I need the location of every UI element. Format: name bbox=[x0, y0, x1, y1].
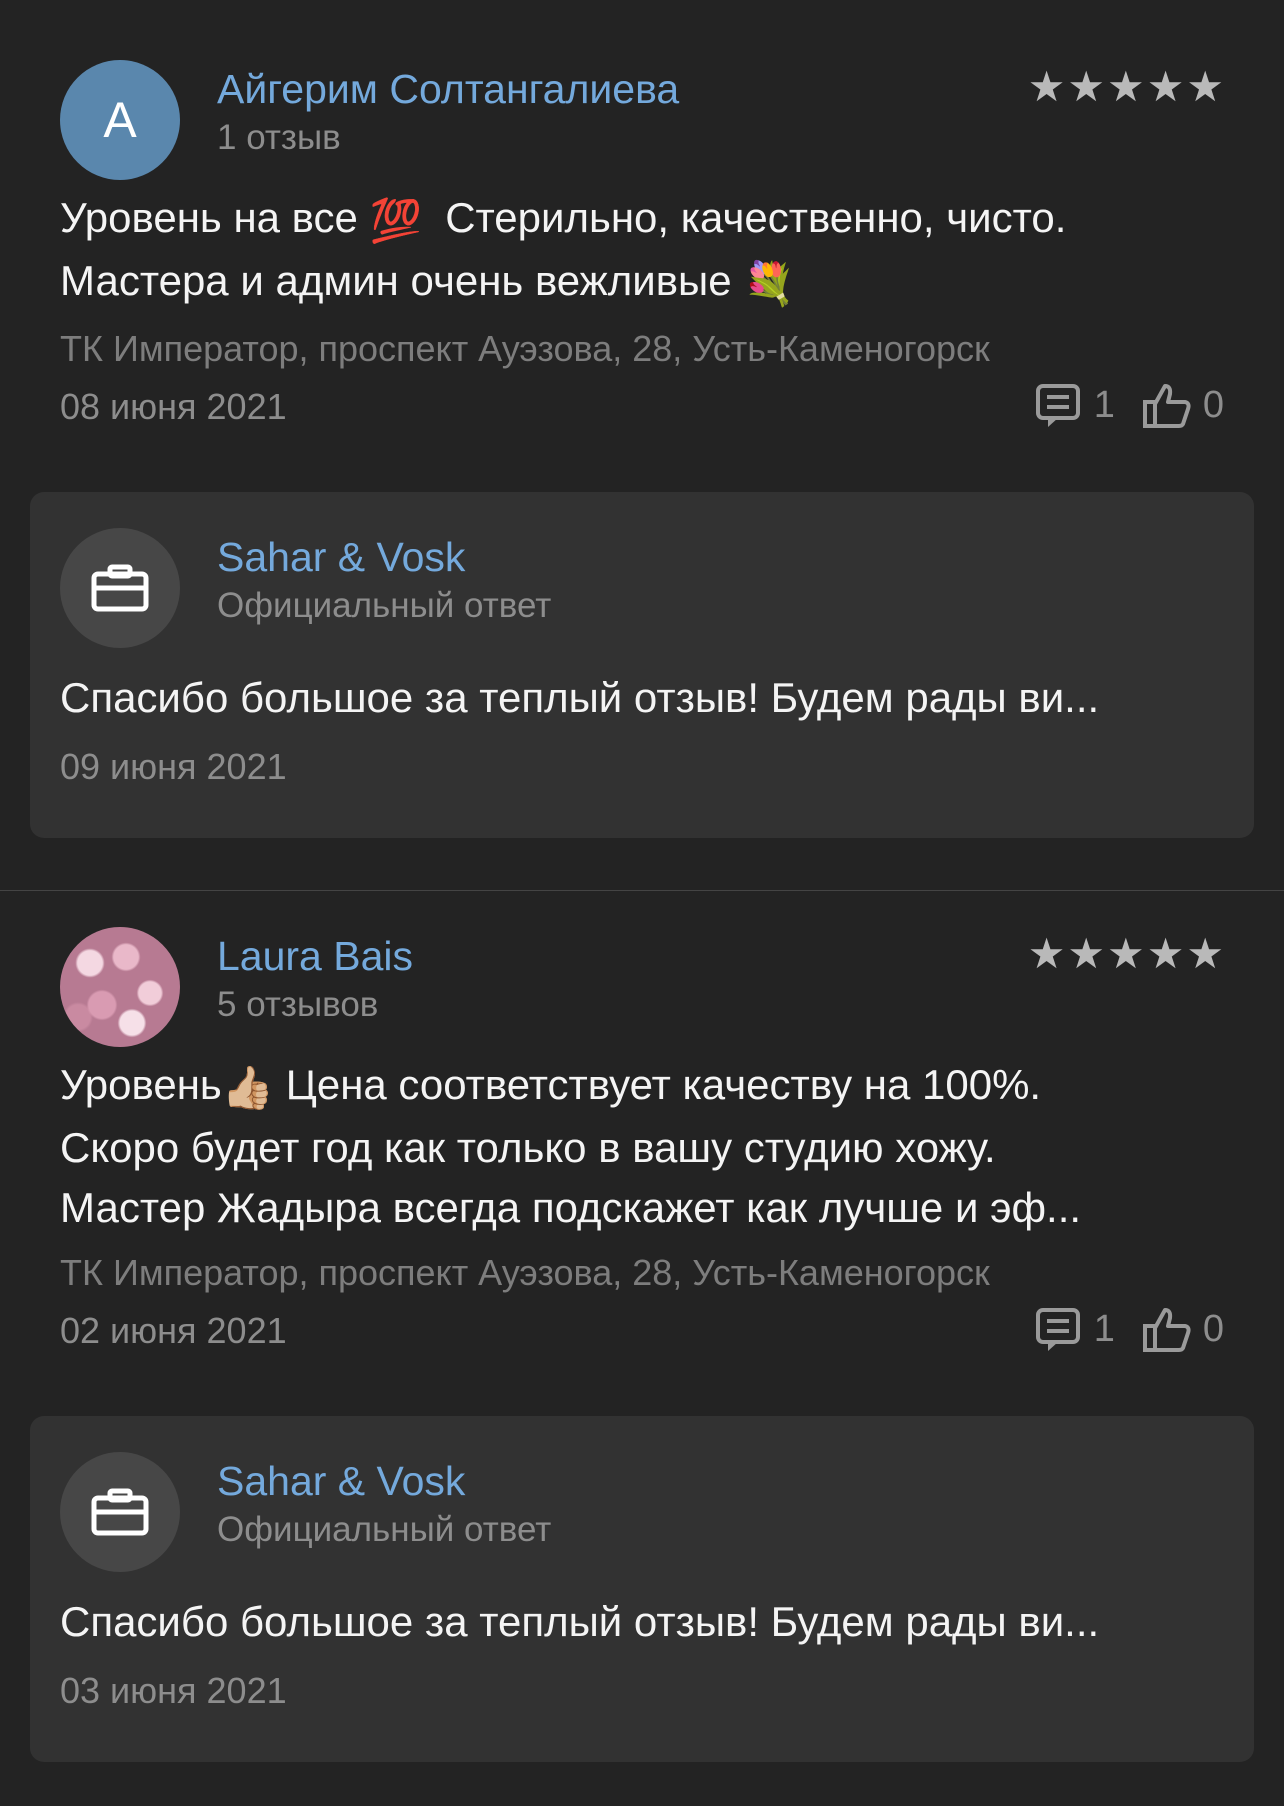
briefcase-icon bbox=[91, 1488, 149, 1536]
thumbs-up-icon[interactable] bbox=[1141, 1306, 1193, 1354]
review-address: ТК Император, проспект Ауэзова, 28, Усть… bbox=[60, 327, 990, 369]
review-text-line: Уровень bbox=[60, 1060, 222, 1108]
review-count: 1 отзыв bbox=[217, 118, 341, 157]
bouquet-emoji-icon: 💐 bbox=[743, 259, 796, 307]
review-item: А Айгерим Солтангалиева 1 отзыв ★ ★ ★ ★ … bbox=[0, 60, 1284, 838]
star-icon: ★ bbox=[1067, 63, 1106, 110]
business-name[interactable]: Sahar & Vosk bbox=[217, 534, 465, 581]
reply-date: 09 июня 2021 bbox=[60, 745, 287, 787]
star-icon: ★ bbox=[1107, 929, 1145, 977]
comments-count: 1 bbox=[1093, 1308, 1115, 1351]
reply-header: Sahar & Vosk Официальный ответ bbox=[60, 527, 1224, 648]
review-text[interactable]: Уровень👍🏼 Цена соответствует качеству на… bbox=[60, 1055, 1224, 1238]
review-counters: 1 0 bbox=[1034, 1306, 1224, 1354]
rating-stars: ★ ★ ★ ★ ★ bbox=[1028, 66, 1224, 108]
review-item: Laura Bais 5 отзывов ★ ★ ★ ★ ★ Уровень👍🏼… bbox=[0, 926, 1284, 1762]
author-name[interactable]: Айгерим Солтангалиева bbox=[217, 66, 679, 113]
comment-icon[interactable] bbox=[1034, 382, 1084, 430]
hundred-emoji-icon: 💯 bbox=[369, 196, 422, 244]
official-reply: Sahar & Vosk Официальный ответ Спасибо б… bbox=[30, 1415, 1254, 1762]
review-address: ТК Император, проспект Ауэзова, 28, Усть… bbox=[60, 1251, 990, 1293]
star-icon: ★ bbox=[1067, 929, 1106, 977]
star-icon: ★ bbox=[1186, 63, 1224, 110]
reply-text[interactable]: Спасибо большое за теплый отзыв! Будем р… bbox=[60, 668, 1224, 728]
review-meta: 08 июня 2021 1 0 bbox=[60, 380, 1224, 440]
review-header: А Айгерим Солтангалиева 1 отзыв ★ ★ ★ ★ … bbox=[60, 60, 1224, 180]
review-counters: 1 0 bbox=[1034, 382, 1224, 430]
star-icon: ★ bbox=[1146, 63, 1185, 110]
review-text[interactable]: Уровень на все 💯 Стерильно, качественно,… bbox=[60, 188, 1224, 314]
divider bbox=[0, 889, 1284, 891]
rating-stars: ★ ★ ★ ★ ★ bbox=[1027, 929, 1224, 977]
star-icon: ★ bbox=[1146, 929, 1185, 977]
reply-date: 03 июня 2021 bbox=[60, 1669, 287, 1711]
business-avatar[interactable] bbox=[60, 1451, 180, 1572]
avatar[interactable]: А bbox=[60, 60, 180, 180]
reply-text[interactable]: Спасибо большое за теплый отзыв! Будем р… bbox=[60, 1592, 1224, 1652]
review-meta: 02 июня 2021 1 0 bbox=[60, 1304, 1224, 1364]
star-icon: ★ bbox=[1107, 63, 1145, 110]
star-icon: ★ bbox=[1027, 929, 1066, 977]
thumbs-up-icon[interactable] bbox=[1141, 382, 1193, 430]
avatar[interactable] bbox=[60, 926, 180, 1047]
review-header: Laura Bais 5 отзывов ★ ★ ★ ★ ★ bbox=[60, 926, 1224, 1047]
review-text-line: Цена соответствует качеству на 100%. bbox=[274, 1060, 1042, 1108]
review-text-line: Скоро будет год как только в вашу студию… bbox=[60, 1123, 996, 1171]
business-name[interactable]: Sahar & Vosk bbox=[217, 1458, 465, 1505]
reply-header: Sahar & Vosk Официальный ответ bbox=[60, 1451, 1224, 1572]
review-text-line: Мастер Жадыра всегда подскажет как лучше… bbox=[60, 1183, 1082, 1231]
star-icon: ★ bbox=[1027, 63, 1066, 110]
official-reply-label: Официальный ответ bbox=[217, 1509, 552, 1549]
comments-count: 1 bbox=[1093, 384, 1115, 427]
official-reply: Sahar & Vosk Официальный ответ Спасибо б… bbox=[30, 491, 1254, 838]
business-avatar[interactable] bbox=[60, 527, 180, 648]
comment-icon[interactable] bbox=[1034, 1306, 1084, 1354]
review-date: 02 июня 2021 bbox=[60, 1309, 287, 1351]
review-text-line: Уровень на все bbox=[60, 194, 370, 241]
official-reply-label: Официальный ответ bbox=[217, 585, 552, 625]
star-icon: ★ bbox=[1186, 929, 1224, 977]
review-date: 08 июня 2021 bbox=[60, 385, 287, 427]
thumbs-up-emoji-icon: 👍🏼 bbox=[221, 1063, 275, 1111]
likes-count: 0 bbox=[1202, 1308, 1224, 1351]
likes-count: 0 bbox=[1202, 384, 1224, 427]
review-text-line: Мастера и админ очень вежливые bbox=[60, 256, 744, 304]
author-name[interactable]: Laura Bais bbox=[217, 933, 413, 980]
review-count: 5 отзывов bbox=[217, 984, 379, 1024]
reviews-list: А Айгерим Солтангалиева 1 отзыв ★ ★ ★ ★ … bbox=[0, 0, 1284, 1762]
briefcase-icon bbox=[91, 564, 149, 612]
review-text-line: Стерильно, качественно, чисто. bbox=[445, 194, 1067, 241]
